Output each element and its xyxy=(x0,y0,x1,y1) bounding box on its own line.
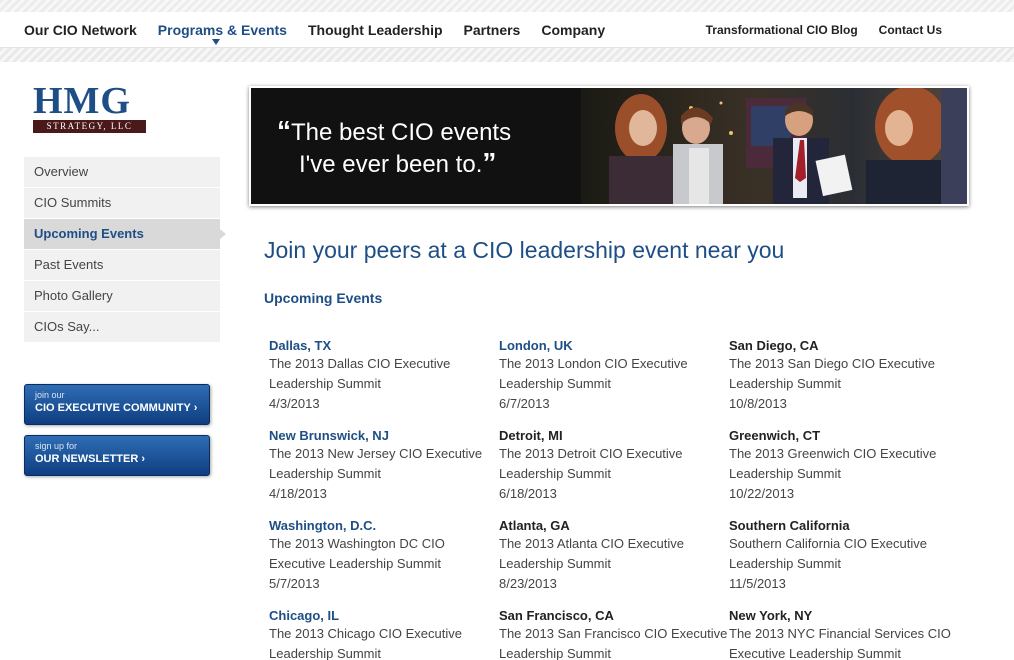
event-name: The 2013 Atlanta CIO Executive Leadershi… xyxy=(499,536,684,571)
event-item: Greenwich, CT The 2013 Greenwich CIO Exe… xyxy=(729,428,959,508)
event-name: The 2013 Chicago CIO Executive Leadershi… xyxy=(269,626,462,660)
active-caret-icon xyxy=(211,39,220,45)
sidebar-nav: Overview CIO Summits Upcoming Events Pas… xyxy=(24,157,226,343)
event-date: 4/18/2013 xyxy=(269,486,327,501)
event-date: 4/3/2013 xyxy=(269,396,320,411)
sidebar-item-past-events[interactable]: Past Events xyxy=(24,250,220,280)
events-grid: Dallas, TX The 2013 Dallas CIO Executive… xyxy=(269,338,989,660)
event-date: 11/5/2013 xyxy=(729,576,786,591)
event-date: 10/22/2013 xyxy=(729,486,795,501)
logo-text: HMG xyxy=(33,80,131,122)
top-stripe xyxy=(0,0,1014,12)
event-item: Southern California Southern California … xyxy=(729,518,959,598)
event-city-link[interactable]: Washington, D.C. xyxy=(269,518,499,534)
nav-stripe xyxy=(0,48,1014,62)
sidebar-item-cios-say[interactable]: CIOs Say... xyxy=(24,312,220,342)
event-name: The 2013 San Francisco CIO Executive Lea… xyxy=(499,626,728,660)
event-item: Washington, D.C. The 2013 Washington DC … xyxy=(269,518,499,598)
nav-thought-leadership[interactable]: Thought Leadership xyxy=(308,22,443,38)
banner-quote-line1: The best CIO events xyxy=(291,119,512,146)
hmg-logo[interactable]: HMG STRATEGY, LLC xyxy=(33,80,147,133)
event-city: Southern California xyxy=(729,518,850,533)
event-item: San Diego, CA The 2013 San Diego CIO Exe… xyxy=(729,338,959,418)
event-name: The 2013 Dallas CIO Executive Leadership… xyxy=(269,356,451,391)
event-item: New York, NY The 2013 NYC Financial Serv… xyxy=(729,608,959,660)
event-name: Southern California CIO Executive Leader… xyxy=(729,536,927,571)
join-community-button[interactable]: join our CIO EXECUTIVE COMMUNITY › xyxy=(24,384,210,425)
nav-partners[interactable]: Partners xyxy=(464,22,521,38)
event-name: The 2013 New Jersey CIO Executive Leader… xyxy=(269,446,483,481)
event-item: Detroit, MI The 2013 Detroit CIO Executi… xyxy=(499,428,729,508)
join-community-small: join our xyxy=(35,390,65,400)
event-city-link[interactable]: Chicago, IL xyxy=(269,608,499,624)
event-city: San Francisco, CA xyxy=(499,608,614,623)
nav-our-cio-network[interactable]: Our CIO Network xyxy=(24,22,137,38)
nav-company[interactable]: Company xyxy=(541,22,605,38)
open-quote-icon: “ xyxy=(277,115,291,146)
event-item: San Francisco, CA The 2013 San Francisco… xyxy=(499,608,729,660)
newsletter-small: sign up for xyxy=(35,441,78,451)
event-city: Greenwich, CT xyxy=(729,428,821,443)
event-city: New York, NY xyxy=(729,608,813,623)
event-date: 6/7/2013 xyxy=(499,396,550,411)
utility-nav: Transformational CIO Blog Contact Us xyxy=(706,23,942,37)
event-item: Atlanta, GA The 2013 Atlanta CIO Executi… xyxy=(499,518,729,598)
banner-quote-line2: I've ever been to. xyxy=(299,151,483,178)
event-date: 5/7/2013 xyxy=(269,576,320,591)
main-nav: Our CIO Network Programs & Events Though… xyxy=(24,22,605,45)
event-name: The 2013 Detroit CIO Executive Leadershi… xyxy=(499,446,683,481)
nav-transformational-cio-blog[interactable]: Transformational CIO Blog xyxy=(706,23,858,37)
event-name: The 2013 London CIO Executive Leadership… xyxy=(499,356,688,391)
event-date: 10/8/2013 xyxy=(729,396,787,411)
sidebar-item-photo-gallery[interactable]: Photo Gallery xyxy=(24,281,220,311)
event-name: The 2013 NYC Financial Services CIO Exec… xyxy=(729,626,951,660)
sidebar-item-overview[interactable]: Overview xyxy=(24,157,220,187)
logo-subtitle: STRATEGY, LLC xyxy=(33,120,146,133)
nav-programs-events-label: Programs & Events xyxy=(157,22,287,38)
hero-banner: “The best CIO events I've ever been to.” xyxy=(249,86,969,206)
event-item: Chicago, IL The 2013 Chicago CIO Executi… xyxy=(269,608,499,660)
banner-quote: “The best CIO events I've ever been to.” xyxy=(277,116,511,180)
event-city-link[interactable]: New Brunswick, NJ xyxy=(269,428,499,444)
page-headline: Join your peers at a CIO leadership even… xyxy=(264,237,785,263)
top-navigation: Our CIO Network Programs & Events Though… xyxy=(0,12,1014,48)
nav-programs-events[interactable]: Programs & Events xyxy=(157,22,287,45)
event-photo xyxy=(581,88,967,204)
event-city: San Diego, CA xyxy=(729,338,819,353)
event-item: London, UK The 2013 London CIO Executive… xyxy=(499,338,729,418)
newsletter-signup-button[interactable]: sign up for OUR NEWSLETTER › xyxy=(24,435,210,476)
event-city-link[interactable]: Dallas, TX xyxy=(269,338,499,354)
sidebar-item-upcoming-events[interactable]: Upcoming Events xyxy=(24,219,226,249)
event-name: The 2013 Greenwich CIO Executive Leaders… xyxy=(729,446,937,481)
event-name: The 2013 Washington DC CIO Executive Lea… xyxy=(269,536,445,571)
event-city: Atlanta, GA xyxy=(499,518,570,533)
event-city: Detroit, MI xyxy=(499,428,563,443)
join-community-big: CIO EXECUTIVE COMMUNITY › xyxy=(35,402,198,414)
event-date: 8/23/2013 xyxy=(499,576,557,591)
section-heading-upcoming-events: Upcoming Events xyxy=(264,290,383,306)
event-item: New Brunswick, NJ The 2013 New Jersey CI… xyxy=(269,428,499,508)
event-date: 6/18/2013 xyxy=(499,486,557,501)
close-quote-icon: ” xyxy=(482,147,497,178)
nav-contact-us[interactable]: Contact Us xyxy=(879,23,942,37)
sidebar-item-cio-summits[interactable]: CIO Summits xyxy=(24,188,220,218)
event-name: The 2013 San Diego CIO Executive Leaders… xyxy=(729,356,935,391)
event-item: Dallas, TX The 2013 Dallas CIO Executive… xyxy=(269,338,499,418)
newsletter-big: OUR NEWSLETTER › xyxy=(35,453,145,465)
event-city-link[interactable]: London, UK xyxy=(499,338,729,354)
